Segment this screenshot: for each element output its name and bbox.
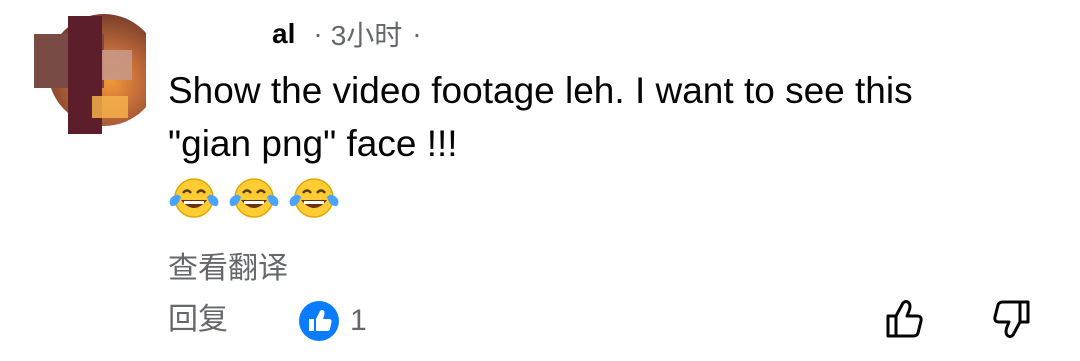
comment-author[interactable]: al bbox=[272, 18, 295, 50]
meta-separator: · bbox=[313, 18, 323, 49]
face-with-tears-of-joy-icon bbox=[169, 178, 219, 218]
comment-actions: 回复 1 bbox=[168, 300, 1048, 342]
comment-text-line-2: "gian png" face !!! bbox=[168, 123, 458, 164]
avatar-image bbox=[34, 14, 160, 134]
comment-text-line-1: Show the video footage leh. I want to se… bbox=[168, 70, 913, 111]
meta-separator-trailing: · bbox=[412, 18, 422, 49]
face-with-tears-of-joy-icon bbox=[229, 178, 279, 218]
reaction-summary[interactable]: 1 bbox=[298, 300, 367, 342]
comment-time[interactable]: 3小时 bbox=[331, 14, 403, 54]
reply-button[interactable]: 回复 bbox=[168, 300, 228, 340]
reaction-count: 1 bbox=[350, 304, 367, 337]
comment-body: Show the video footage leh. I want to se… bbox=[168, 64, 1048, 170]
see-translation-link[interactable]: 查看翻译 bbox=[168, 243, 288, 287]
thumbs-down-icon[interactable] bbox=[986, 294, 1036, 344]
comment-meta: al · 3小时 · bbox=[272, 14, 422, 54]
thumbs-up-icon[interactable] bbox=[880, 294, 930, 344]
face-with-tears-of-joy-icon bbox=[289, 178, 339, 218]
comment-emojis bbox=[168, 176, 340, 222]
avatar[interactable] bbox=[34, 8, 160, 136]
like-reaction-icon bbox=[299, 301, 339, 341]
